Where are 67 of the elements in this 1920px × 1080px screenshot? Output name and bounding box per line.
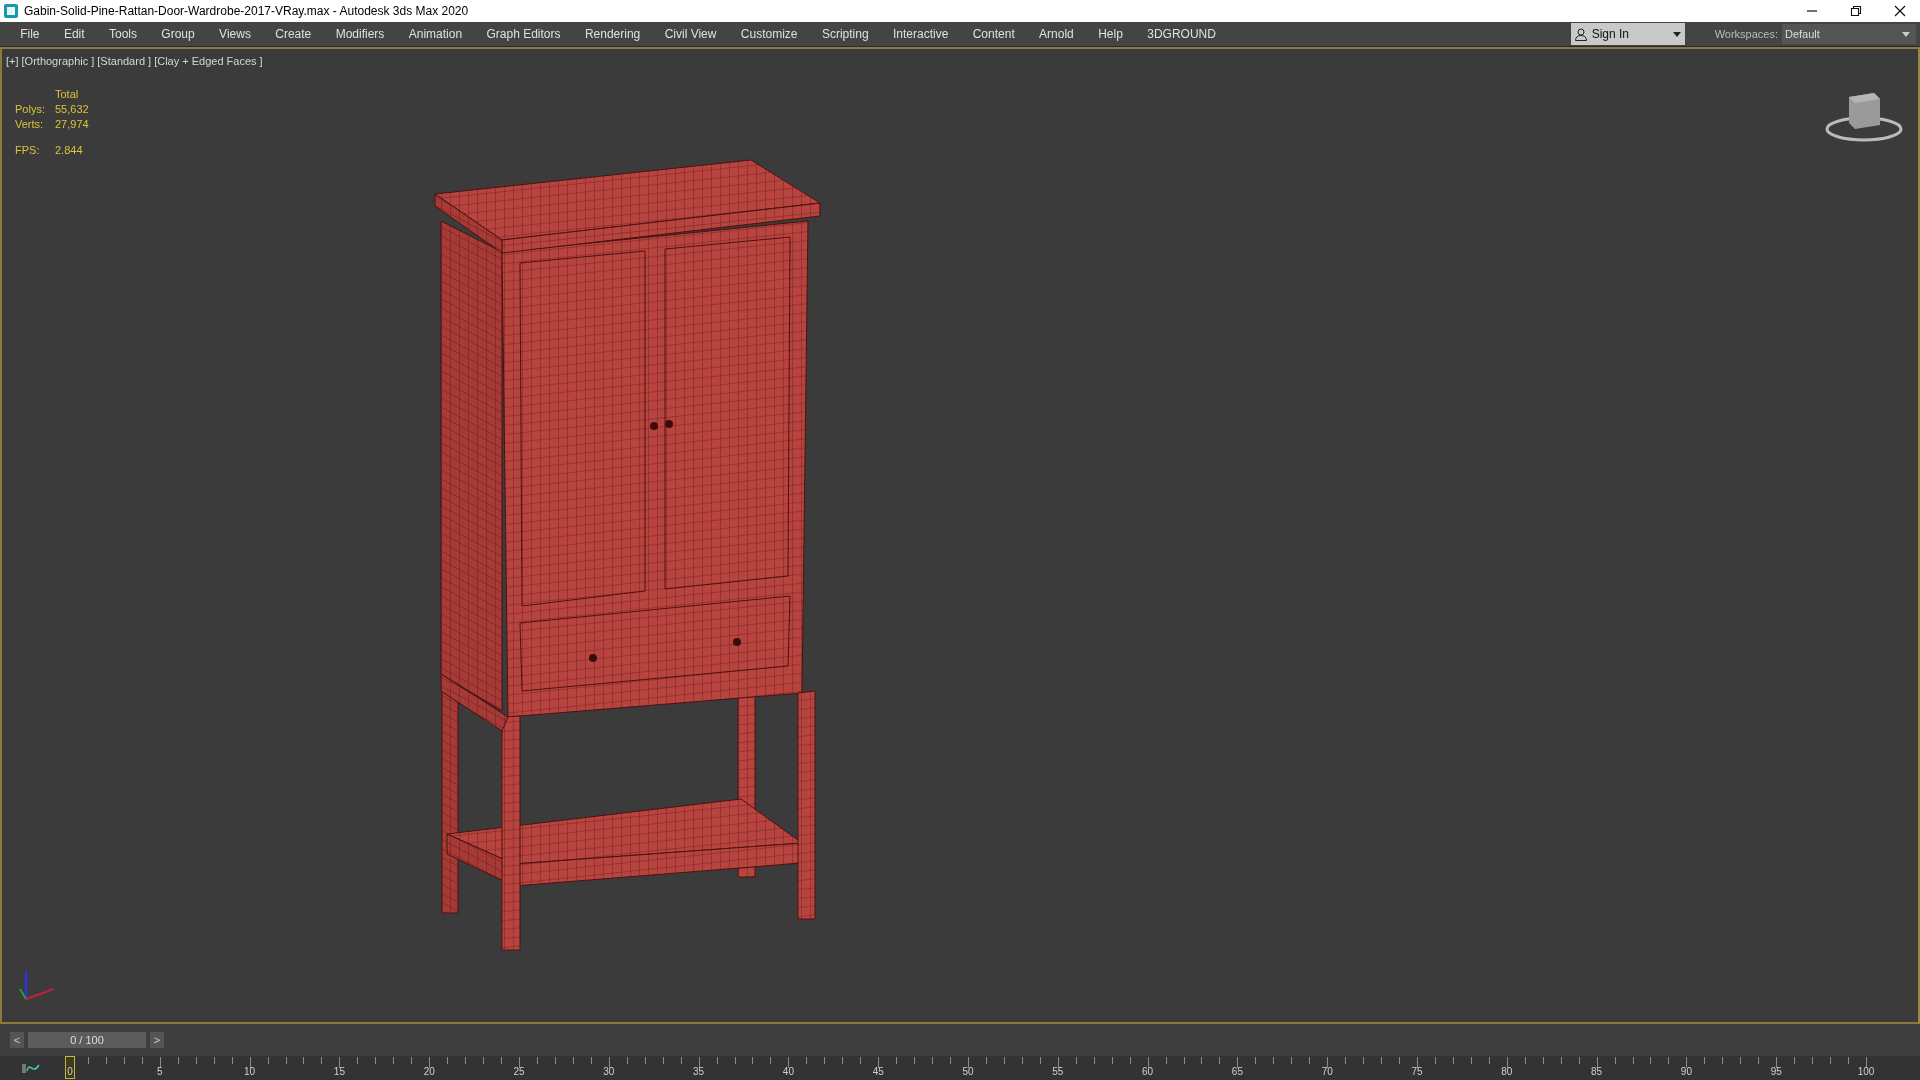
- menu-item[interactable]: Customize: [728, 27, 810, 41]
- close-icon[interactable]: [1894, 5, 1906, 17]
- app-logo-icon: [4, 4, 18, 18]
- workspaces-label: Workspaces:: [1714, 28, 1778, 40]
- frame-number: 50: [962, 1066, 974, 1077]
- stats-header: Total: [55, 88, 80, 100]
- menu-item[interactable]: Animation: [396, 27, 475, 41]
- stats-label: Verts:: [15, 118, 45, 130]
- menu-item[interactable]: Help: [1085, 27, 1136, 41]
- menu-item[interactable]: Scripting: [809, 27, 881, 41]
- current-frame-marker[interactable]: [65, 1056, 75, 1079]
- menu-item[interactable]: Group: [149, 27, 207, 41]
- fps-value: 2.844: [55, 144, 84, 156]
- frame-number: 80: [1501, 1066, 1513, 1077]
- workspaces-dropdown[interactable]: Default: [1782, 24, 1916, 44]
- frame-counter[interactable]: 0 / 100: [28, 1032, 146, 1048]
- user-icon: [1574, 27, 1587, 41]
- frame-number: 35: [693, 1066, 705, 1077]
- menu-item[interactable]: Graph Editors: [474, 27, 573, 41]
- frame-number: 65: [1231, 1066, 1243, 1077]
- window-title: Gabin-Solid-Pine-Rattan-Door-Wardrobe-2017-VRay.max - Autodesk 3ds Max 2020: [24, 4, 469, 18]
- workspaces-value: Default: [1785, 28, 1820, 40]
- restore-icon[interactable]: [1850, 5, 1862, 17]
- frame-number: 60: [1142, 1066, 1154, 1077]
- menu-item[interactable]: Arnold: [1026, 27, 1086, 41]
- viewport-label[interactable]: [Orthographic ]: [21, 55, 95, 67]
- menu-item[interactable]: Civil View: [652, 27, 729, 41]
- menu-item[interactable]: Content: [960, 27, 1027, 41]
- caret-icon: [1672, 31, 1681, 37]
- menu-item[interactable]: Views: [206, 27, 264, 41]
- caret-icon: [1902, 31, 1910, 37]
- frame-number: 5: [157, 1066, 163, 1077]
- frame-number: 40: [782, 1066, 794, 1077]
- menu-item[interactable]: Interactive: [880, 27, 961, 41]
- curve-editor-icon[interactable]: [22, 1062, 40, 1074]
- frame-number: 25: [513, 1066, 525, 1077]
- sign-in-dropdown[interactable]: Sign In: [1570, 23, 1685, 45]
- next-frame-button[interactable]: >: [150, 1032, 164, 1048]
- menu-item[interactable]: 3DGROUND: [1135, 27, 1229, 41]
- frame-number: 30: [603, 1066, 615, 1077]
- menu-item[interactable]: Edit: [51, 27, 97, 41]
- menu-item[interactable]: Rendering: [572, 27, 653, 41]
- stats-value: 55,632: [55, 103, 89, 115]
- stats-label: Polys:: [15, 103, 46, 115]
- viewport-label[interactable]: [Standard ]: [97, 55, 152, 67]
- viewport-label[interactable]: [+]: [6, 55, 19, 67]
- viewport[interactable]: [+] [Orthographic ] [Standard ] [Clay + Edged Faces ] Total Polys: 55,632 Verts: 27,974 FPS: 2.844: [0, 47, 1920, 1024]
- frame-number: 15: [333, 1066, 345, 1077]
- frame-number: 45: [872, 1066, 884, 1077]
- frame-number: 0: [67, 1066, 73, 1077]
- frame-number: 95: [1770, 1066, 1782, 1077]
- frame-number: 70: [1321, 1066, 1333, 1077]
- frame-number: 20: [423, 1066, 435, 1077]
- frame-number: 90: [1680, 1066, 1692, 1077]
- frame-number: 85: [1591, 1066, 1603, 1077]
- menu-item[interactable]: Create: [263, 27, 324, 41]
- menu-item[interactable]: Modifiers: [323, 27, 397, 41]
- fps-label: FPS:: [15, 144, 41, 156]
- frame-number: 10: [244, 1066, 256, 1077]
- frame-number: 55: [1052, 1066, 1064, 1077]
- menu-item[interactable]: Tools: [96, 27, 150, 41]
- menu-item[interactable]: File: [8, 27, 52, 41]
- stats-value: 27,974: [55, 118, 89, 130]
- previous-frame-button[interactable]: <: [10, 1032, 24, 1048]
- viewport-label[interactable]: [Clay + Edged Faces ]: [154, 55, 263, 67]
- frame-number: 100: [1857, 1066, 1875, 1077]
- frame-number: 75: [1411, 1066, 1423, 1077]
